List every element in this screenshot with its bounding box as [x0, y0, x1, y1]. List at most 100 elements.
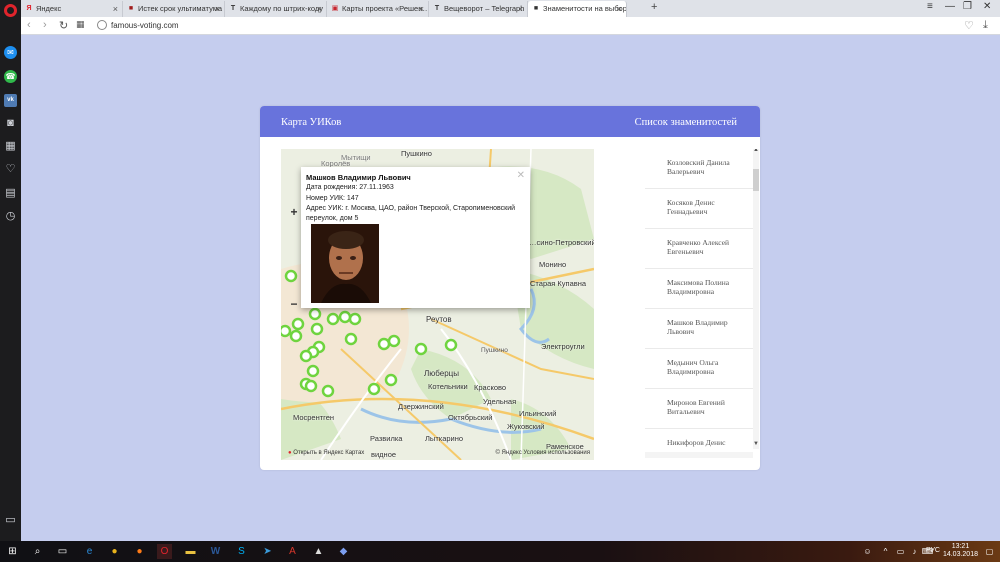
uik-marker-icon[interactable]	[299, 349, 313, 363]
close-icon[interactable]: ×	[419, 1, 424, 17]
uik-marker-icon[interactable]	[348, 312, 362, 326]
system-clock[interactable]: 13:21 14.03.2018	[943, 543, 978, 559]
speed-dial-icon[interactable]: ▦	[4, 140, 17, 153]
uik-marker-icon[interactable]	[321, 384, 335, 398]
uik-marker-icon[interactable]	[310, 322, 324, 336]
open-in-yandex-maps-link[interactable]: ● Открыть в Яндекс Картах	[288, 450, 364, 456]
uik-marker-icon[interactable]	[414, 342, 428, 356]
close-icon[interactable]: ×	[617, 1, 622, 17]
close-icon[interactable]: ✕	[517, 170, 525, 181]
task-view-icon[interactable]: ▭	[55, 544, 70, 559]
tab-celebrity-list[interactable]: Список знаменитостей	[635, 117, 737, 128]
scrollbar-thumb[interactable]	[753, 169, 759, 191]
heart-icon[interactable]: ♡	[4, 163, 17, 176]
address-bar: ‹ › ↻ ▦ famous-voting.com ♡ ⤓	[21, 17, 1000, 35]
news-icon[interactable]: ▤	[4, 187, 17, 200]
browser-tab[interactable]: ■ Истек срок ультиматумa ×	[123, 1, 225, 17]
sidebar-toggle-icon[interactable]: ▭	[4, 514, 17, 527]
whatsapp-icon[interactable]: ☎	[4, 70, 17, 83]
url-input[interactable]: famous-voting.com	[111, 21, 179, 30]
map-label: Жуковский	[507, 422, 545, 431]
tray-chevron-icon[interactable]: ^	[878, 544, 893, 559]
uik-marker-icon[interactable]	[289, 329, 303, 343]
people-icon[interactable]: ☺	[860, 544, 875, 559]
heart-bookmark-icon[interactable]: ♡	[964, 19, 974, 32]
zoom-out-button[interactable]: −	[287, 297, 301, 311]
network-icon[interactable]: ▭	[893, 544, 908, 559]
firefox-icon[interactable]: ●	[132, 544, 147, 559]
uik-marker-icon[interactable]	[281, 324, 292, 338]
search-icon[interactable]: ⌕	[30, 544, 45, 559]
list-vertical-scrollbar[interactable]	[753, 149, 759, 449]
grid-icon[interactable]: ▦	[76, 19, 85, 30]
celebrity-list-item[interactable]: Косяков Денис Геннадьевич	[645, 189, 753, 229]
celebrity-list-item[interactable]: Козловский Данила Валерьевич	[645, 149, 753, 189]
uik-marker-icon[interactable]	[377, 337, 391, 351]
celebrity-list-item[interactable]: Кравченко Алексей Евгеньевич	[645, 229, 753, 269]
minimize-icon[interactable]: —	[945, 1, 955, 12]
new-tab-button[interactable]: +	[651, 1, 657, 13]
acrobat-icon[interactable]: A	[285, 544, 300, 559]
uik-marker-icon[interactable]	[308, 307, 322, 321]
language-indicator[interactable]: РУС	[926, 547, 940, 554]
forward-icon[interactable]: ›	[43, 19, 47, 31]
card-header: Карта УИКов Список знаменитостей	[260, 106, 760, 137]
close-icon[interactable]: ×	[215, 1, 220, 17]
maximize-icon[interactable]: ❐	[963, 1, 972, 12]
uik-marker-icon[interactable]	[284, 269, 298, 283]
telegram-icon[interactable]: ➤	[260, 544, 275, 559]
app-icon[interactable]: ◆	[336, 544, 351, 559]
windows-start-icon[interactable]: ⊞	[5, 544, 20, 559]
celebrity-list-item[interactable]: Миронов Евгений Витальевич	[645, 389, 753, 429]
scroll-up-icon[interactable]: ▲	[753, 149, 759, 153]
uik-marker-icon[interactable]	[291, 317, 305, 331]
download-icon[interactable]: ⤓	[983, 19, 988, 32]
browser-tab[interactable]: T Каждому по штрих-коду ×	[225, 1, 327, 17]
messenger-icon[interactable]: ✉	[4, 46, 17, 59]
close-window-icon[interactable]: ✕	[983, 1, 991, 12]
celebrity-list-item[interactable]: Медынич Ольга Владимировна	[645, 349, 753, 389]
browser-tab[interactable]: ▣ Карты проекта «Решен… ×	[327, 1, 429, 17]
map-label: Удельная	[483, 397, 517, 406]
uik-marker-icon[interactable]	[367, 382, 381, 396]
browser-tab[interactable]: Я Яндекс ×	[21, 1, 123, 17]
uik-marker-icon[interactable]	[387, 334, 401, 348]
chrome-icon[interactable]: ●	[107, 544, 122, 559]
history-icon[interactable]: ◷	[4, 210, 17, 223]
reload-icon[interactable]: ↻	[59, 19, 68, 32]
uik-marker-icon[interactable]	[338, 310, 352, 324]
close-icon[interactable]: ×	[113, 1, 118, 17]
uik-marker-icon[interactable]	[306, 364, 320, 378]
close-icon[interactable]: ×	[317, 1, 322, 17]
tab-menu-icon[interactable]: ≡	[927, 1, 933, 12]
uik-marker-icon[interactable]	[304, 379, 318, 393]
celebrity-list-item[interactable]: Машков Владимир Львович	[645, 309, 753, 349]
edge-icon[interactable]: e	[82, 544, 97, 559]
opera-sidebar: ✉ ☎ vk ◙ ▦ ♡ ▤ ◷ ▭	[0, 0, 21, 541]
opera-icon[interactable]: O	[157, 544, 172, 559]
list-horizontal-scrollbar[interactable]	[645, 452, 753, 458]
yandex-map[interactable]: Пушкино Королёв Мытищи …сино-Петровский …	[281, 149, 594, 460]
word-icon[interactable]: W	[208, 544, 223, 559]
uik-marker-icon[interactable]	[384, 373, 398, 387]
skype-icon[interactable]: S	[234, 544, 249, 559]
close-icon[interactable]: ×	[518, 1, 523, 17]
map-label: Октябрьский	[448, 413, 493, 422]
browser-tab-active[interactable]: ■ Знаменитости на выбор… ×	[528, 1, 627, 17]
zoom-in-button[interactable]: +	[287, 205, 301, 219]
vk-icon[interactable]: vk	[4, 94, 17, 107]
celebrity-list-item[interactable]: Максимова Полина Владимировна	[645, 269, 753, 309]
notifications-icon[interactable]: ▢	[982, 544, 997, 559]
uik-marker-icon[interactable]	[344, 332, 358, 346]
uik-marker-icon[interactable]	[444, 338, 458, 352]
camera-icon[interactable]: ◙	[4, 117, 17, 130]
back-icon[interactable]: ‹	[27, 19, 31, 31]
tab-uik-map[interactable]: Карта УИКов	[281, 117, 341, 128]
uik-marker-icon[interactable]	[326, 312, 340, 326]
browser-tab[interactable]: T Вещеворот – Telegraph ×	[429, 1, 528, 17]
photos-icon[interactable]: ▲	[311, 544, 326, 559]
celebrity-voting-card: Карта УИКов Список знаменитостей Пушкино…	[260, 106, 760, 470]
scroll-down-icon[interactable]: ▼	[753, 441, 759, 447]
file-explorer-icon[interactable]: ▬	[183, 544, 198, 559]
opera-logo-icon[interactable]	[4, 4, 17, 17]
